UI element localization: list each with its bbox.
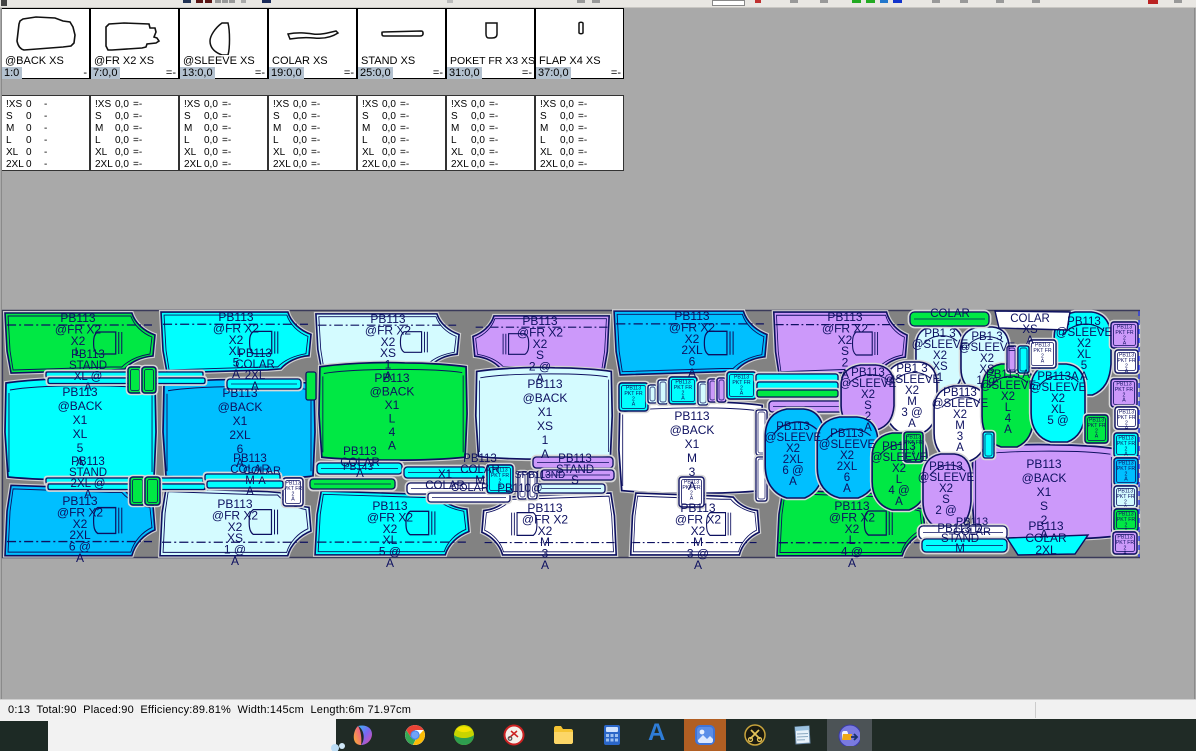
svg-text:COLAR: COLAR	[930, 308, 970, 320]
svg-text:COLAR: COLAR	[451, 482, 489, 494]
svg-text:PB143: PB143	[343, 462, 373, 473]
svg-text:PB110@: PB110@	[497, 483, 542, 495]
svg-text:SPB113ND: SPB113ND	[515, 470, 565, 481]
